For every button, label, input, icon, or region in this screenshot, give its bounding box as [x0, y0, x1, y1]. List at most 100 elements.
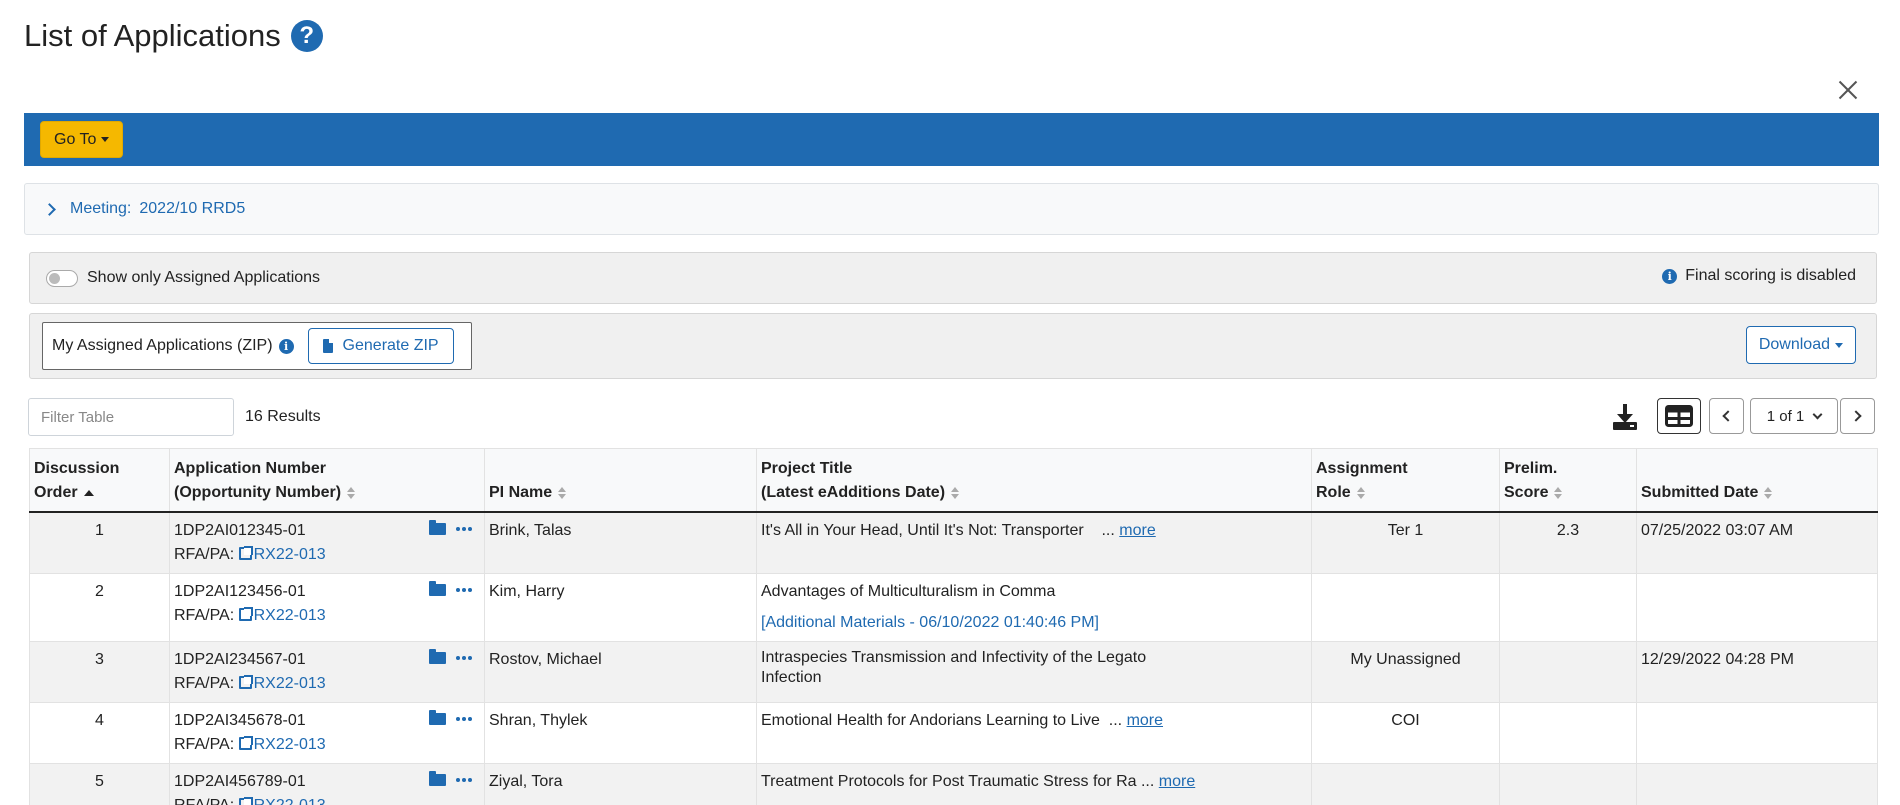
project-title-cell: Intraspecies Transmission and Infectivit…	[756, 641, 1312, 703]
ellipsis-icon[interactable]	[456, 527, 472, 531]
assignment-role-cell: My Unassigned	[1311, 641, 1500, 703]
pi-name-cell: Ziyal, Tora	[484, 763, 757, 805]
rfa-link[interactable]: RX22-013	[238, 607, 326, 624]
previous-page-button[interactable]	[1709, 398, 1744, 434]
rfa-label: RFA/PA:	[174, 675, 235, 692]
more-link[interactable]: more	[1127, 712, 1163, 729]
column-header-assignment-role[interactable]: Assignment Role	[1311, 448, 1500, 513]
rfa-link[interactable]: RX22-013	[238, 736, 326, 753]
go-to-label: Go To	[54, 130, 97, 148]
assigned-only-label: Show only Assigned Applications	[87, 269, 321, 286]
project-title-text: Emotional Health for Andorians Learning …	[761, 712, 1100, 729]
ellipsis-icon[interactable]	[456, 656, 472, 660]
sort-icon	[558, 486, 567, 499]
folder-open-icon[interactable]	[429, 581, 446, 596]
prelim-score-cell	[1499, 641, 1637, 703]
table-row: 2 1DP2AI123456-01 RFA/PA: RX22-013 Kim, …	[29, 573, 1878, 642]
prelim-score-cell	[1499, 763, 1637, 805]
question-circle-icon[interactable]: ?	[290, 20, 323, 52]
page-select[interactable]: 1 of 1	[1750, 398, 1838, 434]
sort-ascending-icon	[83, 489, 94, 496]
prelim-score-cell	[1499, 573, 1637, 642]
go-to-button[interactable]: Go To	[40, 121, 124, 158]
next-page-button[interactable]	[1840, 398, 1875, 434]
chevron-down-icon	[1812, 409, 1823, 419]
column-header-discussion-order[interactable]: Discussion Order	[29, 448, 170, 513]
additional-materials-link[interactable]: [Additional Materials - 06/10/2022 01:40…	[761, 611, 1307, 635]
project-title-text: Advantages of Multiculturalism in Comma	[761, 583, 1056, 600]
header-text: Order	[34, 484, 78, 501]
column-header-project-title[interactable]: Project Title (Latest eAdditions Date)	[756, 448, 1312, 513]
table-columns-icon	[1665, 405, 1693, 427]
pi-name-cell: Kim, Harry	[484, 573, 757, 642]
filter-table-input[interactable]	[28, 398, 234, 436]
generate-zip-button[interactable]: Generate ZIP	[307, 328, 454, 364]
header-text: Project Title	[761, 460, 853, 477]
folder-open-icon[interactable]	[429, 710, 446, 725]
zip-download-bar: My Assigned Applications (ZIP) i Generat…	[29, 313, 1877, 379]
rfa-link[interactable]: RX22-013	[238, 546, 326, 563]
meeting-value: 2022/10 RRD5	[139, 200, 246, 217]
rfa-link-text: RX22-013	[253, 675, 326, 692]
assigned-only-toggle[interactable]	[46, 269, 78, 287]
column-header-pi-name[interactable]: PI Name	[484, 448, 757, 513]
info-circle-icon[interactable]: i	[278, 338, 294, 354]
pi-name-cell: Brink, Talas	[484, 512, 757, 574]
rfa-link[interactable]: RX22-013	[238, 675, 326, 692]
project-title-cell: Treatment Protocols for Post Traumatic S…	[756, 763, 1312, 805]
rfa-label: RFA/PA:	[174, 797, 234, 805]
page-title-text: List of Applications	[24, 18, 281, 53]
discussion-order-cell: 4	[29, 702, 170, 764]
meeting-accordion[interactable]: Meeting: 2022/10 RRD5	[24, 183, 1879, 235]
table-row: 5 1DP2AI456789-01 RFA/PA: RX22-013 Ziyal…	[29, 763, 1878, 805]
rfa-link[interactable]: RX22-013	[238, 797, 326, 805]
export-download-icon[interactable]	[1610, 402, 1640, 432]
discussion-order-cell: 5	[29, 763, 170, 805]
folder-open-icon[interactable]	[429, 649, 446, 664]
info-circle-icon: i	[1662, 268, 1678, 284]
generate-zip-label: Generate ZIP	[342, 337, 439, 354]
file-zip-icon	[322, 339, 333, 353]
project-title-text: Treatment Protocols for Post Traumatic S…	[761, 773, 1137, 790]
assignment-role-cell	[1311, 763, 1500, 805]
header-text: PI Name	[489, 484, 553, 501]
rfa-label: RFA/PA:	[174, 546, 235, 563]
sort-icon	[1554, 486, 1563, 499]
table-row: 4 1DP2AI345678-01 RFA/PA: RX22-013 Shran…	[29, 702, 1878, 764]
ellipsis-icon[interactable]	[456, 717, 472, 721]
ellipsis-icon[interactable]	[456, 588, 472, 592]
assignment-role-cell	[1311, 573, 1500, 642]
discussion-order-cell: 2	[29, 573, 170, 642]
project-title-cell: It's All in Your Head, Until It's Not: T…	[756, 512, 1312, 574]
rfa-link-text: RX22-013	[253, 607, 326, 624]
caret-down-icon	[101, 137, 110, 142]
close-icon[interactable]	[1836, 78, 1860, 102]
project-title-text: Intraspecies Transmission and Infectivit…	[761, 649, 1147, 686]
discussion-order-cell: 1	[29, 512, 170, 574]
download-button[interactable]: Download	[1745, 326, 1856, 364]
application-number-cell: 1DP2AI234567-01 RFA/PA: RX22-013	[169, 641, 485, 703]
ellipsis-icon[interactable]	[456, 778, 472, 782]
table-columns-button[interactable]	[1657, 398, 1701, 434]
rfa-link-text: RX22-013	[253, 736, 326, 753]
final-scoring-text: Final scoring is disabled	[1685, 267, 1856, 284]
final-scoring-notice: i Final scoring is disabled	[1662, 267, 1856, 285]
more-link[interactable]: more	[1119, 522, 1155, 539]
column-header-submitted-date[interactable]: Submitted Date	[1636, 448, 1878, 513]
external-link-icon	[238, 607, 253, 621]
page-title: List of Applications ?	[24, 18, 323, 54]
meeting-label: Meeting:	[70, 200, 132, 217]
column-header-prelim-score[interactable]: Prelim. Score	[1499, 448, 1637, 513]
more-link[interactable]: more	[1159, 773, 1195, 790]
table-row: 1 1DP2AI012345-01 RFA/PA: RX22-013 Brink…	[29, 512, 1878, 574]
folder-open-icon[interactable]	[429, 520, 446, 535]
pi-name-cell: Rostov, Michael	[484, 641, 757, 703]
project-title-cell: Emotional Health for Andorians Learning …	[756, 702, 1312, 764]
page-indicator: 1 of 1	[1766, 407, 1805, 425]
chevron-right-icon	[43, 202, 56, 216]
project-title-text: It's All in Your Head, Until It's Not: T…	[761, 522, 1084, 539]
prelim-score-cell: 2.3	[1499, 512, 1637, 574]
column-header-application-number[interactable]: Application Number (Opportunity Number)	[169, 448, 485, 513]
folder-open-icon[interactable]	[429, 771, 446, 786]
header-text: (Opportunity Number)	[174, 484, 342, 501]
